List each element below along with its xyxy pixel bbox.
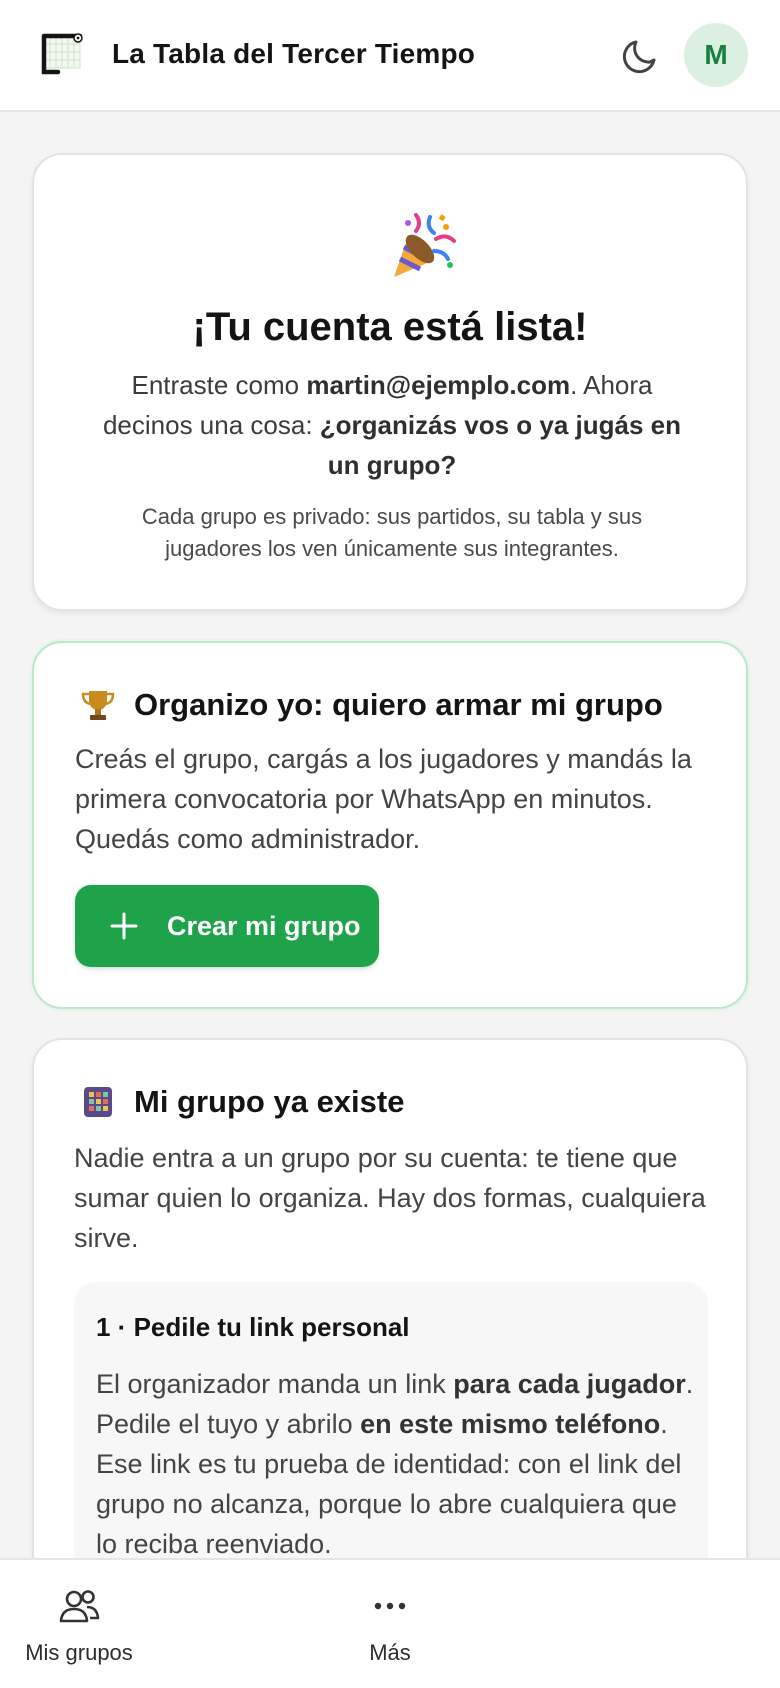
exists-title-row: Mi grupo ya existe <box>80 1084 404 1120</box>
step-description: El organizador manda un link para cada j… <box>96 1369 694 1559</box>
app-title: La Tabla del Tercer Tiempo <box>112 38 476 69</box>
exists-description: Nadie entra a un grupo por su cuenta: te… <box>74 1143 706 1253</box>
avatar[interactable]: M <box>684 23 748 87</box>
organize-description: Creás el grupo, cargás a los jugadores y… <box>75 744 692 854</box>
trophy-icon <box>81 691 115 720</box>
party-popper-icon <box>394 213 456 277</box>
nav-more[interactable]: Más <box>330 1560 450 1688</box>
welcome-text: Entraste como martin@ejemplo.com. Ahora … <box>102 370 682 480</box>
exists-title: Mi grupo ya existe <box>134 1084 405 1119</box>
users-icon <box>59 1590 100 1623</box>
nav-more-label: Más <box>369 1640 411 1665</box>
welcome-question: ¿organizás vos o ya jugás en un grupo? <box>319 410 682 480</box>
abacus-icon <box>84 1087 112 1117</box>
privacy-note: Cada grupo es privado: sus partidos, su … <box>141 504 643 561</box>
app-header: La Tabla del Tercer Tiempo M <box>0 0 780 112</box>
moon-icon[interactable] <box>620 34 662 76</box>
plus-icon <box>110 912 138 940</box>
nav-my-groups-label: Mis grupos <box>25 1640 133 1665</box>
create-group-label: Crear mi grupo <box>167 910 361 941</box>
bottom-nav: Mis grupos Más <box>0 1558 780 1688</box>
organize-title-row: Organizo yo: quiero armar mi grupo <box>80 687 663 723</box>
goal-net-icon[interactable] <box>38 32 86 78</box>
user-email: martin@ejemplo.com <box>306 370 571 400</box>
welcome-title: ¡Tu cuenta está lista! <box>192 305 588 349</box>
more-dots-icon <box>374 1602 406 1610</box>
create-group-button[interactable]: Crear mi grupo <box>75 885 379 967</box>
welcome-card: ¡Tu cuenta está lista! Entraste como mar… <box>32 153 748 611</box>
step-title: 1 · Pedile tu link personal <box>96 1312 410 1342</box>
nav-my-groups[interactable]: Mis grupos <box>18 1560 140 1688</box>
organize-title: Organizo yo: quiero armar mi grupo <box>134 687 663 722</box>
organize-card: Organizo yo: quiero armar mi grupo Creás… <box>32 641 748 1009</box>
